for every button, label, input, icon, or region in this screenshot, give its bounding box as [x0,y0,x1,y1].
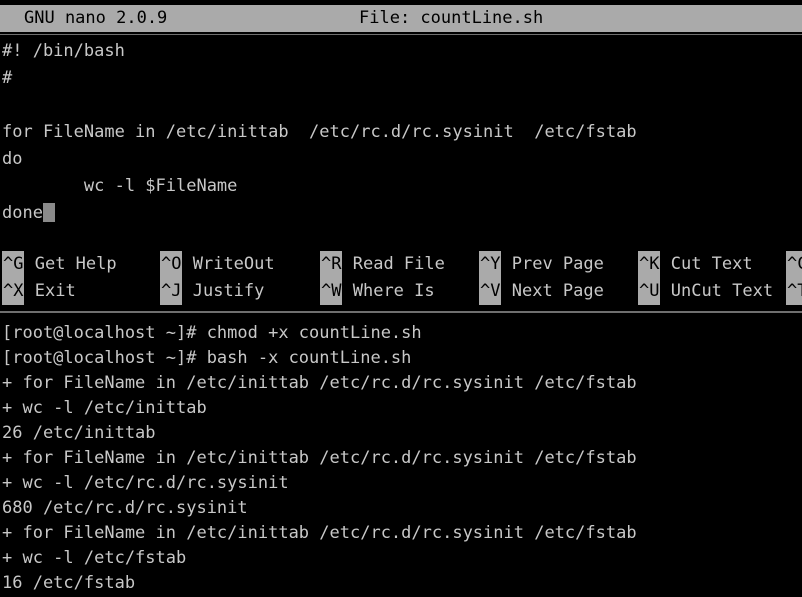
shell-line: 16 /etc/fstab [2,573,136,593]
shortcut-read-file[interactable]: ^R Read File [320,251,445,278]
shortcut-label: Cut Text [670,254,753,274]
nano-title-bar: GNU nano 2.0.9 File: countLine.sh [0,5,802,32]
shortcut-next-page[interactable]: ^V Next Page [479,278,604,305]
shortcut-label: Where Is [352,281,435,301]
shortcut-key: ^J [160,278,183,305]
editor-line: # [2,68,13,88]
shortcut-key: ^Y [479,251,502,278]
shortcut-write-out[interactable]: ^O WriteOut [160,251,275,278]
editor-line: #! /bin/bash [2,41,125,61]
shortcut-label: UnCut Text [670,281,774,301]
shell-line: + for FileName in /etc/inittab /etc/rc.d… [2,523,637,543]
shortcut-exit[interactable]: ^X Exit [2,278,76,305]
shell-line: + wc -l /etc/inittab [2,398,207,418]
shortcut-label: Exit [34,281,76,301]
nano-shortcut-bar: ^G Get Help ^O WriteOut ^R Read File ^Y … [0,251,802,309]
shortcut-label: WriteOut [192,254,275,274]
shortcut-key: ^G [2,251,25,278]
shell-line: 26 /etc/inittab [2,423,156,443]
shell-line: + wc -l /etc/fstab [2,548,187,568]
editor-line-with-cursor: done [2,200,55,227]
pane-divider [0,311,802,313]
nano-app-version: GNU nano 2.0.9 [24,8,168,28]
shell-line: [root@localhost ~]# bash -x countLine.sh [2,348,412,368]
shortcut-where-is[interactable]: ^W Where Is [320,278,435,305]
shortcut-cut-text[interactable]: ^K Cut Text [638,251,753,278]
nano-file-name: File: countLine.sh [359,8,544,28]
editor-line-text: done [2,203,43,223]
shortcut-to-spell-clipped[interactable]: ^T [786,278,802,305]
shell-line: + wc -l /etc/rc.d/rc.sysinit [2,473,289,493]
shortcut-key: ^W [320,278,343,305]
shortcut-prev-page[interactable]: ^Y Prev Page [479,251,604,278]
editor-line: wc -l $FileName [2,176,238,196]
shell-output-area[interactable]: [root@localhost ~]# chmod +x countLine.s… [0,320,802,596]
editor-line: for FileName in /etc/inittab /etc/rc.d/r… [2,122,637,142]
shortcut-label: Justify [192,281,265,301]
shortcut-justify[interactable]: ^J Justify [160,278,264,305]
shortcut-cur-pos-clipped[interactable]: ^C [786,251,802,278]
shortcut-label: Prev Page [511,254,604,274]
shortcut-key: ^O [160,251,183,278]
shortcut-label: Read File [352,254,445,274]
shortcut-key: ^K [638,251,661,278]
shortcut-label: Get Help [34,254,117,274]
terminal-screen: GNU nano 2.0.9 File: countLine.sh #! /bi… [0,0,802,596]
text-cursor [42,203,55,222]
shell-line: + for FileName in /etc/inittab /etc/rc.d… [2,373,637,393]
shortcut-key: ^C [786,251,802,278]
shortcut-key: ^U [638,278,661,305]
shortcut-row-2: ^X Exit ^J Justify ^W Where Is ^V Next P… [0,278,802,305]
shortcut-get-help[interactable]: ^G Get Help [2,251,117,278]
shortcut-uncut-text[interactable]: ^U UnCut Text [638,278,773,305]
shortcut-key: ^V [479,278,502,305]
shortcut-key: ^R [320,251,343,278]
title-bar-underline [0,34,802,35]
shortcut-key: ^T [786,278,802,305]
shortcut-label: Next Page [511,281,604,301]
editor-line: do [2,149,23,169]
shell-line: 680 /etc/rc.d/rc.sysinit [2,498,248,518]
nano-editor-area[interactable]: #! /bin/bash # for FileName in /etc/init… [0,38,802,248]
shortcut-row-1: ^G Get Help ^O WriteOut ^R Read File ^Y … [0,251,802,278]
shell-line: + for FileName in /etc/inittab /etc/rc.d… [2,448,637,468]
shortcut-key: ^X [2,278,25,305]
shell-line: [root@localhost ~]# chmod +x countLine.s… [2,323,422,343]
